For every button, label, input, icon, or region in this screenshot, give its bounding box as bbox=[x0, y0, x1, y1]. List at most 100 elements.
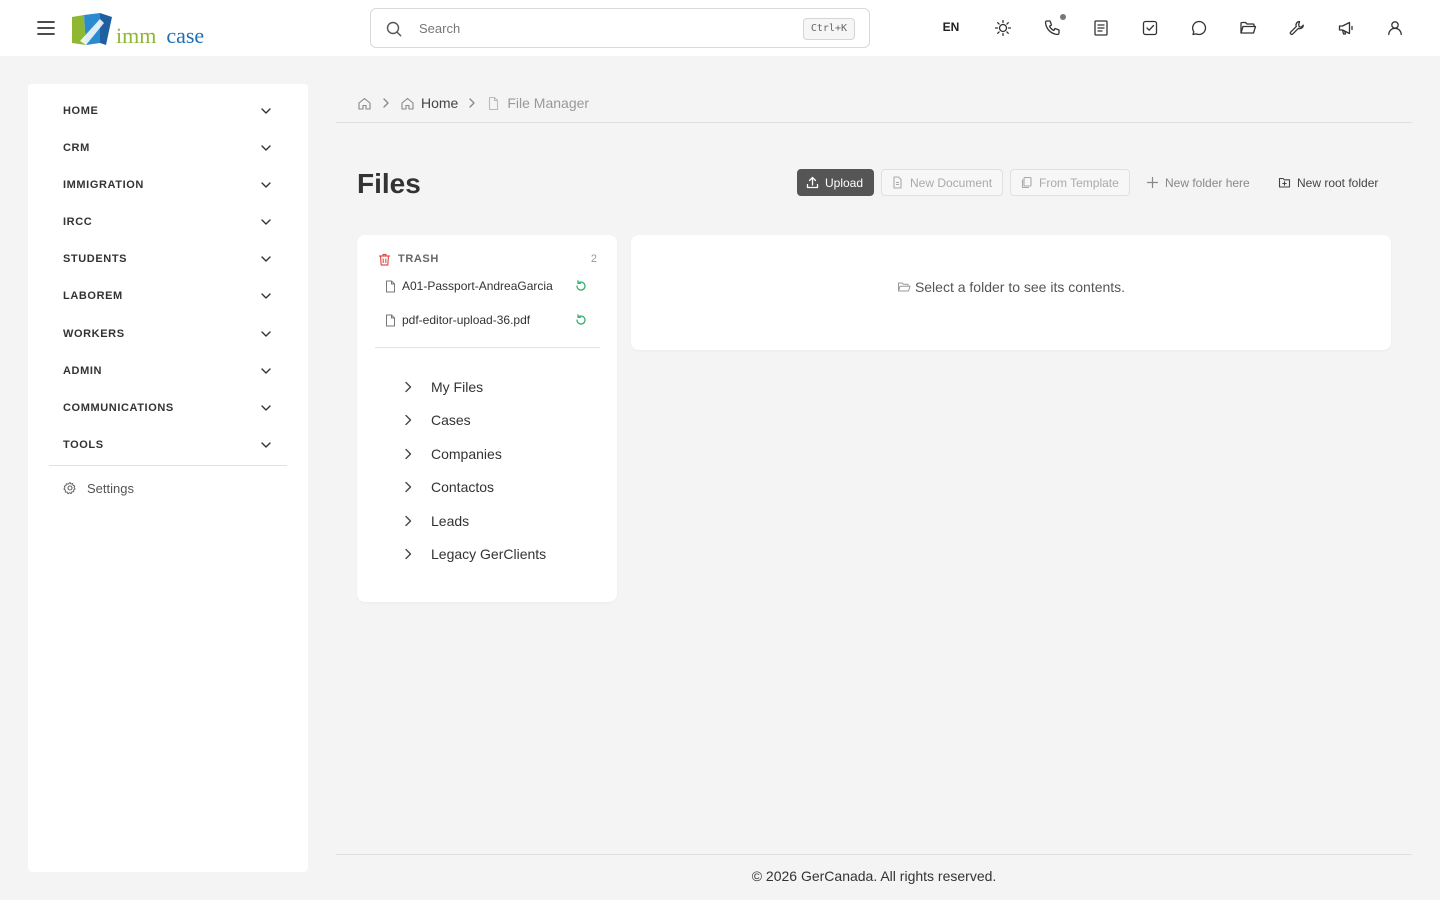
tools-icon[interactable] bbox=[1287, 18, 1307, 38]
sidebar-item-label: ADMIN bbox=[63, 365, 103, 377]
search-icon bbox=[386, 21, 402, 37]
logo[interactable]: imm case bbox=[70, 11, 204, 47]
new-root-folder-button[interactable]: New root folder bbox=[1278, 169, 1384, 196]
folder-item-companies[interactable]: Companies bbox=[401, 444, 502, 464]
breadcrumb: Home File Manager bbox=[357, 93, 589, 113]
notes-icon[interactable] bbox=[1091, 18, 1111, 38]
logo-text-imm: imm bbox=[116, 23, 157, 48]
folder-item-leads[interactable]: Leads bbox=[401, 511, 469, 531]
logo-text-case: case bbox=[166, 23, 205, 48]
chevron-down-icon bbox=[261, 145, 271, 151]
sidebar-item-label: TOOLS bbox=[63, 439, 104, 451]
announcements-icon[interactable] bbox=[1336, 18, 1356, 38]
chevron-right-icon bbox=[383, 98, 389, 108]
trash-header[interactable]: TRASH 2 bbox=[377, 251, 597, 267]
chevron-right-icon[interactable] bbox=[401, 413, 415, 427]
file-icon bbox=[386, 280, 395, 292]
upload-button[interactable]: Upload bbox=[797, 169, 874, 196]
sidebar-item-crm[interactable]: CRM bbox=[63, 137, 273, 159]
breadcrumb-current: File Manager bbox=[486, 95, 589, 111]
new-folder-here-label: New folder here bbox=[1165, 175, 1250, 190]
chevron-down-icon bbox=[261, 442, 271, 448]
sidebar-item-students[interactable]: STUDENTS bbox=[63, 248, 273, 270]
sidebar-item-label: STUDENTS bbox=[63, 253, 128, 265]
folder-tree-panel: TRASH 2 A01-Passport-AndreaGarcia pdf-ed… bbox=[357, 235, 617, 602]
chat-icon[interactable] bbox=[1189, 18, 1209, 38]
chevron-down-icon bbox=[261, 256, 271, 262]
phone-icon[interactable] bbox=[1042, 18, 1062, 38]
footer-divider bbox=[336, 854, 1412, 855]
breadcrumb-current-label: File Manager bbox=[507, 95, 590, 111]
search-box[interactable]: Ctrl+K bbox=[370, 8, 870, 48]
sidebar-item-label: HOME bbox=[63, 105, 99, 117]
trash-label: TRASH bbox=[398, 253, 439, 265]
folder-name: Leads bbox=[431, 513, 470, 529]
sidebar-item-immigration[interactable]: IMMIGRATION bbox=[63, 174, 273, 196]
trash-count: 2 bbox=[590, 253, 597, 265]
folder-icon[interactable] bbox=[1238, 18, 1258, 38]
folder-name: Legacy GerClients bbox=[431, 546, 547, 562]
folder-name: Contactos bbox=[431, 479, 495, 495]
folder-item-cases[interactable]: Cases bbox=[401, 410, 471, 430]
chevron-right-icon[interactable] bbox=[401, 514, 415, 528]
sidebar-item-tools[interactable]: TOOLS bbox=[63, 434, 273, 456]
sidebar: HOME CRM IMMIGRATION IRCC STUDENTS LABOR… bbox=[28, 84, 308, 872]
upload-icon bbox=[806, 176, 819, 189]
language-switcher[interactable]: EN bbox=[938, 20, 964, 34]
sidebar-item-ircc[interactable]: IRCC bbox=[63, 211, 273, 233]
sidebar-item-communications[interactable]: COMMUNICATIONS bbox=[63, 397, 273, 419]
chevron-right-icon[interactable] bbox=[401, 480, 415, 494]
sidebar-item-settings[interactable]: Settings bbox=[63, 478, 134, 498]
document-icon bbox=[893, 176, 902, 189]
sidebar-item-label: IRCC bbox=[63, 216, 93, 228]
breadcrumb-home-label: Home bbox=[421, 95, 459, 111]
logo-mark-icon bbox=[72, 13, 112, 45]
trash-file-name: A01-Passport-AndreaGarcia bbox=[402, 279, 553, 293]
sidebar-item-admin[interactable]: ADMIN bbox=[63, 360, 273, 382]
folder-item-my-files[interactable]: My Files bbox=[401, 377, 483, 397]
chevron-down-icon bbox=[261, 405, 271, 411]
restore-icon[interactable] bbox=[574, 313, 588, 327]
shortcut-hint: Ctrl+K bbox=[802, 18, 855, 40]
sidebar-item-label: COMMUNICATIONS bbox=[63, 402, 174, 414]
page-title: Files bbox=[357, 168, 421, 199]
home-icon[interactable] bbox=[357, 96, 372, 111]
tasks-icon[interactable] bbox=[1140, 18, 1160, 38]
new-document-label: New Document bbox=[910, 175, 993, 190]
footer-copyright: © 2026 GerCanada. All rights reserved. bbox=[751, 868, 997, 884]
folder-name: Companies bbox=[431, 446, 502, 462]
folder-open-icon bbox=[897, 282, 911, 292]
chevron-right-icon bbox=[469, 98, 476, 108]
new-document-button[interactable]: New Document bbox=[881, 169, 1003, 196]
folder-item-legacy-gerclients[interactable]: Legacy GerClients bbox=[401, 544, 546, 564]
restore-icon[interactable] bbox=[574, 279, 588, 293]
file-icon bbox=[386, 314, 395, 326]
chevron-right-icon[interactable] bbox=[401, 380, 415, 394]
sidebar-item-laborem[interactable]: LABOREM bbox=[63, 285, 273, 307]
from-template-button[interactable]: From Template bbox=[1010, 169, 1130, 196]
gear-icon bbox=[63, 482, 76, 495]
search-input[interactable] bbox=[419, 17, 779, 39]
chevron-down-icon bbox=[261, 331, 271, 337]
folder-contents-panel: Select a folder to see its contents. bbox=[631, 235, 1391, 350]
user-icon[interactable] bbox=[1385, 18, 1405, 38]
file-icon bbox=[489, 96, 499, 110]
from-template-label: From Template bbox=[1039, 175, 1119, 190]
menu-icon[interactable] bbox=[35, 17, 57, 39]
sidebar-divider bbox=[49, 465, 287, 466]
sidebar-item-home[interactable]: HOME bbox=[63, 100, 273, 122]
sidebar-item-label: LABOREM bbox=[63, 290, 123, 302]
sidebar-item-label: WORKERS bbox=[63, 328, 125, 340]
trash-file-item[interactable]: A01-Passport-AndreaGarcia bbox=[384, 277, 588, 295]
chevron-right-icon[interactable] bbox=[401, 547, 415, 561]
sidebar-item-workers[interactable]: WORKERS bbox=[63, 323, 273, 345]
chevron-right-icon[interactable] bbox=[401, 447, 415, 461]
sidebar-item-label: CRM bbox=[63, 142, 90, 154]
notification-dot bbox=[1060, 14, 1066, 20]
breadcrumb-home[interactable]: Home bbox=[400, 95, 458, 111]
theme-toggle-icon[interactable] bbox=[993, 18, 1013, 38]
trash-file-item[interactable]: pdf-editor-upload-36.pdf bbox=[384, 311, 588, 329]
folder-item-contactos[interactable]: Contactos bbox=[401, 477, 494, 497]
new-folder-here-button[interactable]: New folder here bbox=[1146, 169, 1254, 196]
new-root-folder-label: New root folder bbox=[1297, 175, 1379, 190]
